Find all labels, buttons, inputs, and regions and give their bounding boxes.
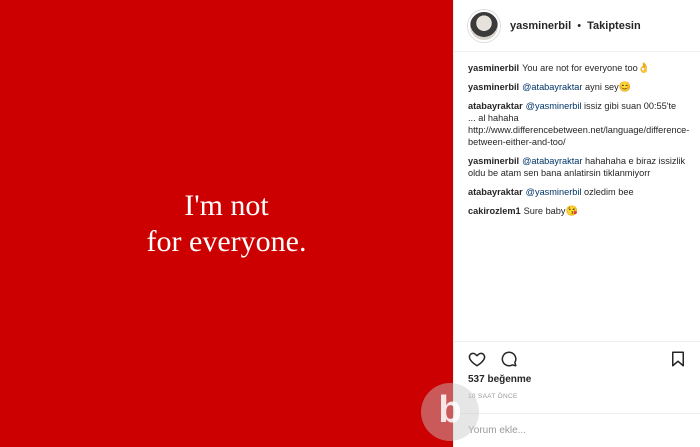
follow-status[interactable]: Takiptesin (587, 20, 641, 32)
ok-hand-emoji-icon: 👌 (637, 63, 651, 74)
comment-username[interactable]: cakirozlem1 (468, 206, 521, 216)
watermark-logo: b (421, 383, 479, 441)
kiss-emoji-icon: 😘 (565, 206, 578, 217)
comment-text: You are not for everyone too (522, 63, 638, 73)
comment-username[interactable]: yasminerbil (468, 82, 519, 92)
comment-mention[interactable]: @yasminerbil (526, 101, 582, 111)
comment-text: ozledim bee (584, 187, 634, 197)
comment-item: atabayraktar @yasminerbil issiz gibi suan… (468, 100, 689, 148)
comment-username[interactable]: atabayraktar (468, 187, 523, 197)
comment-mention[interactable]: @yasminerbil (526, 187, 582, 197)
comment-item: atabayraktar @yasminerbil ozledim bee (468, 186, 686, 198)
comment-mention[interactable]: @atabayraktar (522, 82, 582, 92)
heart-icon[interactable] (468, 350, 486, 368)
post-sidebar: yasminerbil • Takiptesin yasminerbil You … (453, 0, 700, 447)
comment-item: yasminerbil @atabayraktar ayni sey😊 (468, 81, 686, 93)
post-header: yasminerbil • Takiptesin (454, 0, 700, 52)
comment-item: yasminerbil You are not for everyone too👌 (468, 62, 686, 74)
watermark-letter: b (438, 388, 462, 431)
header-text: yasminerbil • Takiptesin (510, 20, 641, 32)
header-username[interactable]: yasminerbil (510, 20, 571, 32)
add-comment-input[interactable] (468, 425, 668, 436)
comment-mention[interactable]: @atabayraktar (522, 156, 582, 166)
comment-text: Sure baby (523, 206, 566, 216)
avatar[interactable] (468, 9, 500, 42)
comment-item: yasminerbil @atabayraktar hahahaha e bira… (468, 155, 686, 179)
bookmark-icon[interactable] (669, 350, 687, 368)
add-comment-bar (454, 413, 700, 447)
comment-item: cakirozlem1 Sure baby😘 (468, 205, 686, 217)
post-image-text: I'm not for everyone. (146, 188, 307, 258)
comment-username[interactable]: atabayraktar (468, 101, 523, 111)
action-bar (454, 341, 700, 371)
comment-icon[interactable] (500, 350, 518, 368)
like-count[interactable]: 537 beğenme (468, 374, 531, 385)
comment-username[interactable]: yasminerbil (468, 63, 519, 73)
header-separator: • (577, 19, 582, 32)
comment-text: ayni sey (585, 82, 619, 92)
post-image[interactable]: I'm not for everyone. (0, 0, 453, 447)
comment-username[interactable]: yasminerbil (468, 156, 519, 166)
comment-list: yasminerbil You are not for everyone too👌… (454, 52, 700, 217)
smile-emoji-icon: 😊 (618, 82, 632, 93)
